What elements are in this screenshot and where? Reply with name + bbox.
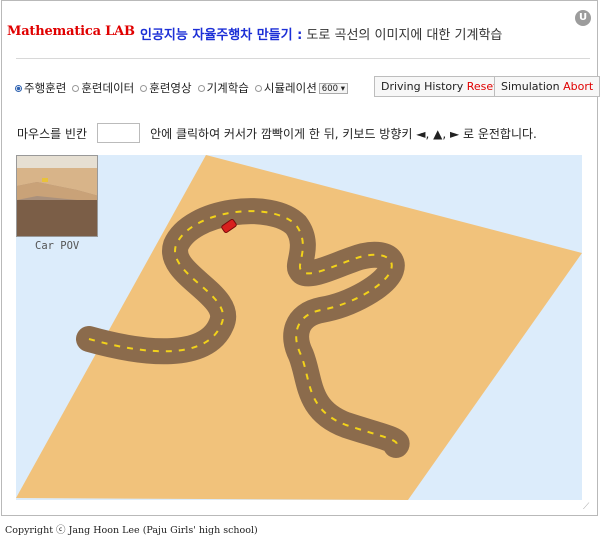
abort-label: Abort xyxy=(563,80,594,93)
driving-history-label: Driving History xyxy=(381,80,464,93)
track-scene xyxy=(16,155,582,500)
tab-training-data[interactable]: 훈련데이터 xyxy=(72,80,134,96)
reset-label: Reset xyxy=(466,80,498,93)
page-title-sub: 도로 곡선의 이미지에 대한 기계학습 xyxy=(302,28,503,43)
tab-label: 시뮬레이션 xyxy=(263,81,317,95)
car-pov-view xyxy=(16,155,98,237)
car-pov-image xyxy=(17,156,97,236)
radio-training-video[interactable] xyxy=(140,84,148,92)
header-divider xyxy=(16,58,590,59)
tab-label: 주행훈련 xyxy=(24,81,67,95)
instruction: 마우스를 빈칸 안에 클릭하여 커서가 깜빡이게 한 뒤, 키보드 방향키 ◄,… xyxy=(17,123,537,143)
speed-select-value: 600 xyxy=(321,83,339,94)
radio-simulation[interactable] xyxy=(254,84,262,92)
keyboard-focus-box[interactable] xyxy=(97,123,141,143)
brand-logo: Mathematica LAB xyxy=(7,24,135,39)
copyright: Copyright ⓒ Jang Hoon Lee (Paju Girls' h… xyxy=(5,525,258,536)
driving-history-reset-button[interactable]: Driving History Reset xyxy=(374,76,505,97)
instruction-before: 마우스를 빈칸 xyxy=(17,126,88,141)
tab-label: 훈련데이터 xyxy=(81,81,135,95)
user-button[interactable]: U xyxy=(575,10,591,26)
tab-simulation[interactable]: 시뮬레이션 xyxy=(254,80,317,96)
mode-tabs: 주행훈련 훈련데이터 훈련영상 기계학습 시뮬레이션 600 ▾ xyxy=(15,80,349,96)
instruction-after: 안에 클릭하여 커서가 깜빡이게 한 뒤, 키보드 방향키 ◄, ▲, ► 로 … xyxy=(150,126,537,141)
chevron-down-icon: ▾ xyxy=(340,83,346,94)
speed-select[interactable]: 600 ▾ xyxy=(318,82,349,94)
resize-grip-icon[interactable]: ⟋ xyxy=(583,502,589,512)
radio-driving-training[interactable] xyxy=(15,84,22,92)
tab-label: 기계학습 xyxy=(206,81,249,95)
tab-training-video[interactable]: 훈련영상 xyxy=(140,80,192,96)
driving-canvas[interactable]: Car POV xyxy=(16,155,582,500)
tab-label: 훈련영상 xyxy=(149,81,192,95)
tab-machine-learning[interactable]: 기계학습 xyxy=(197,80,249,96)
radio-training-data[interactable] xyxy=(72,84,80,92)
page-title-main: 인공지능 자율주행차 만들기 : xyxy=(140,28,303,43)
pov-label: Car POV xyxy=(35,240,80,252)
radio-machine-learning[interactable] xyxy=(197,84,205,92)
page-title: 인공지능 자율주행차 만들기 : 도로 곡선의 이미지에 대한 기계학습 xyxy=(140,24,502,43)
simulation-label: Simulation xyxy=(501,80,560,93)
simulation-abort-button[interactable]: Simulation Abort xyxy=(494,76,600,97)
tab-driving-training[interactable]: 주행훈련 xyxy=(15,80,66,96)
